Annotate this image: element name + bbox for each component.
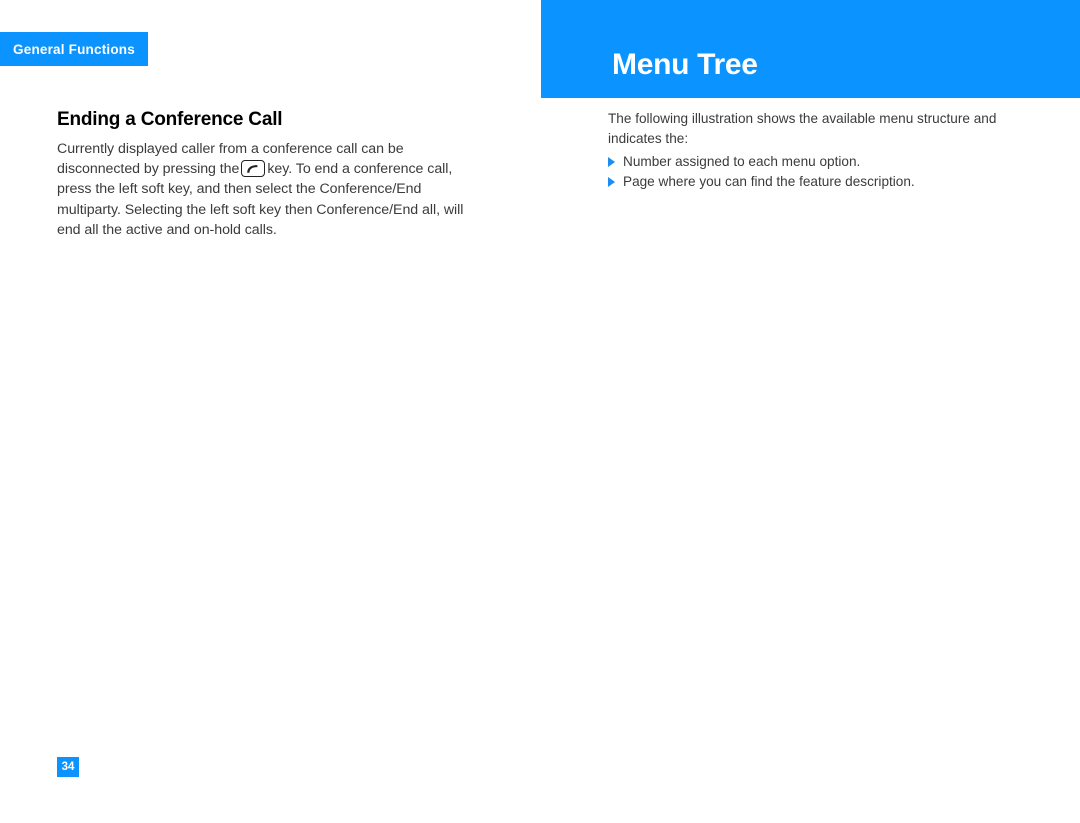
intro-bullet-list: Number assigned to each menu option. Pag… bbox=[608, 152, 1048, 191]
left-page: General Functions Ending a Conference Ca… bbox=[0, 0, 540, 809]
bullet-label: Number assigned to each menu option. bbox=[623, 154, 861, 169]
intro-text: The following illustration shows the ava… bbox=[608, 111, 997, 146]
triangle-bullet-icon bbox=[608, 157, 615, 167]
manual-page-spread: General Functions Ending a Conference Ca… bbox=[0, 0, 1080, 809]
list-item: Number assigned to each menu option. bbox=[608, 152, 1048, 172]
section-tab: General Functions bbox=[0, 32, 148, 66]
right-page: Menu Tree The following illustration sho… bbox=[540, 0, 1080, 809]
send-key-icon bbox=[241, 160, 266, 178]
list-item: Page where you can find the feature desc… bbox=[608, 172, 1048, 192]
page-title: Ending a Conference Call bbox=[57, 109, 283, 130]
triangle-bullet-icon bbox=[608, 176, 615, 187]
page-number-left: 34 bbox=[57, 757, 79, 777]
bullet-label: Page where you can find the feature desc… bbox=[623, 173, 915, 189]
chapter-title: Menu Tree bbox=[612, 48, 758, 81]
left-body-text: Currently displayed caller from a confer… bbox=[57, 139, 482, 240]
